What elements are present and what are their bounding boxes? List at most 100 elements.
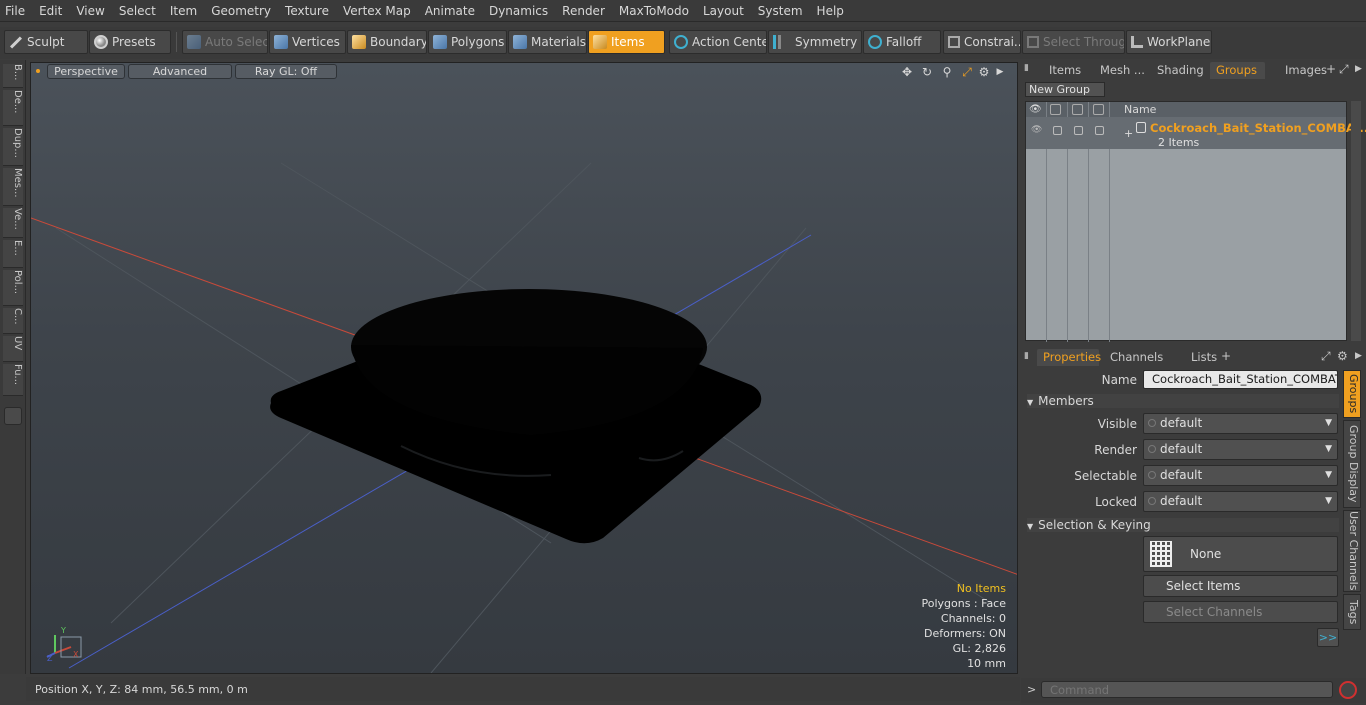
tab-lists[interactable]: Lists	[1185, 349, 1225, 366]
panel-arrow-icon[interactable]: ▶	[1355, 64, 1362, 74]
expand-icon[interactable]: +	[1124, 127, 1133, 140]
props-grip-icon[interactable]: ▮	[1024, 351, 1029, 361]
props-settings-icon[interactable]: ⚙	[1337, 349, 1348, 363]
left-strip-toggle[interactable]	[4, 407, 22, 425]
tab-shading[interactable]: Shading	[1151, 62, 1209, 79]
viewport-menu-dot[interactable]	[36, 69, 40, 73]
constraints-button[interactable]: Constrai...	[943, 30, 1021, 54]
select-items-button[interactable]: Select Items	[1143, 575, 1338, 597]
menu-file[interactable]: File	[0, 0, 31, 22]
groups-list-scrollbar[interactable]	[1351, 101, 1361, 341]
menu-dynamics[interactable]: Dynamics	[484, 0, 554, 22]
left-tab-basic[interactable]: B...	[3, 64, 23, 88]
polygons-button[interactable]: Polygons	[428, 30, 507, 54]
locked-dropdown[interactable]: default ▼	[1143, 491, 1338, 512]
menu-layout[interactable]: Layout	[698, 0, 750, 22]
left-tab-mesh[interactable]: Mes...	[3, 168, 23, 206]
left-tab-deform[interactable]: De...	[3, 90, 23, 126]
materials-button[interactable]: Materials	[508, 30, 587, 54]
add-tab-button[interactable]: +	[1326, 62, 1336, 76]
symmetry-button[interactable]: Symmetry	[768, 30, 862, 54]
row-visibility-icon[interactable]: 👁	[1031, 125, 1042, 135]
props-add-tab-button[interactable]: +	[1221, 349, 1231, 363]
vertices-button[interactable]: Vertices 1	[269, 30, 346, 54]
props-arrow-icon[interactable]: ▶	[1355, 351, 1362, 361]
menu-help[interactable]: Help	[812, 0, 850, 22]
action-center-button[interactable]: Action Center	[669, 30, 767, 54]
side-tab-groups[interactable]: Groups	[1343, 370, 1361, 418]
menu-geometry[interactable]: Geometry	[206, 0, 277, 22]
side-tab-user-channels[interactable]: User Channels	[1343, 510, 1361, 592]
lock-col-icon[interactable]	[1072, 104, 1083, 115]
side-tab-tags[interactable]: Tags	[1343, 594, 1361, 630]
presets-button[interactable]: Presets	[89, 30, 171, 54]
menu-system[interactable]: System	[753, 0, 809, 22]
group-name[interactable]: Cockroach_Bait_Station_COMBA...	[1150, 121, 1366, 135]
render-dropdown[interactable]: default ▼	[1143, 439, 1338, 460]
3d-viewport[interactable]: Y X Z Perspective Advanced Ray GL: Off ✥…	[30, 62, 1018, 674]
shading-mode-dropdown[interactable]: Advanced	[128, 64, 232, 79]
sculpt-button[interactable]: Sculpt	[4, 30, 88, 54]
members-section-header[interactable]: ▼ Members	[1027, 394, 1339, 408]
tab-items[interactable]: Items	[1043, 62, 1093, 79]
left-tab-vertex[interactable]: Ve...	[3, 208, 23, 238]
auto-select-button[interactable]: Auto Select	[182, 30, 268, 54]
props-maximize-icon[interactable]: ⤢	[1321, 349, 1331, 364]
side-tab-group-display[interactable]: Group Display	[1343, 420, 1361, 508]
keying-mode-button[interactable]: None	[1143, 536, 1338, 572]
pan-icon[interactable]: ✥	[900, 65, 914, 79]
scene-canvas[interactable]: Y X Z	[31, 63, 1018, 674]
tab-groups[interactable]: Groups	[1210, 62, 1265, 79]
falloff-button[interactable]: Falloff	[863, 30, 941, 54]
groups-list[interactable]: 👁 Name 👁 + Cockroach_Bait_Station_COMBA.…	[1025, 101, 1366, 342]
visible-dropdown[interactable]: default ▼	[1143, 413, 1338, 434]
render-col-icon[interactable]	[1050, 104, 1061, 115]
menu-maxtomodo[interactable]: MaxToModo	[614, 0, 695, 22]
boundary-button[interactable]: Boundary	[347, 30, 427, 54]
command-input[interactable]	[1041, 681, 1333, 698]
select-through-button[interactable]: Select Through	[1022, 30, 1125, 54]
viewport-expand-arrow-icon[interactable]: ▶	[993, 65, 1007, 79]
tab-images[interactable]: Images	[1279, 62, 1329, 79]
row-render-icon[interactable]	[1053, 126, 1062, 135]
menu-edit[interactable]: Edit	[34, 0, 68, 22]
tab-channels[interactable]: Channels	[1104, 349, 1166, 366]
bait-station-mesh[interactable]	[270, 289, 762, 544]
menu-animate[interactable]: Animate	[420, 0, 481, 22]
rotate-icon[interactable]: ↻	[920, 65, 934, 79]
panel-maximize-icon[interactable]: ⤢	[1339, 62, 1349, 77]
more-options-button[interactable]: >>	[1317, 628, 1339, 647]
viewport-settings-icon[interactable]: ⚙	[977, 65, 991, 79]
new-group-button[interactable]: New Group	[1025, 82, 1105, 97]
menu-vertex-map[interactable]: Vertex Map	[338, 0, 417, 22]
menu-render[interactable]: Render	[557, 0, 611, 22]
menu-select[interactable]: Select	[114, 0, 162, 22]
left-tab-duplicate[interactable]: Dup...	[3, 128, 23, 166]
tab-properties[interactable]: Properties	[1037, 349, 1101, 366]
record-stop-icon[interactable]	[1339, 681, 1357, 699]
items-button[interactable]: Items	[588, 30, 665, 54]
maximize-icon[interactable]: ⤢	[960, 65, 974, 79]
menu-item[interactable]: Item	[165, 0, 203, 22]
left-tab-curve[interactable]: C...	[3, 308, 23, 334]
menu-view[interactable]: View	[71, 0, 110, 22]
left-tab-polygon[interactable]: Pol...	[3, 270, 23, 306]
tab-mesh[interactable]: Mesh ...	[1094, 62, 1150, 79]
view-mode-dropdown[interactable]: Perspective	[47, 64, 125, 79]
menu-texture[interactable]: Texture	[280, 0, 335, 22]
selectable-dropdown[interactable]: default ▼	[1143, 465, 1338, 486]
row-lock-icon[interactable]	[1074, 126, 1083, 135]
raygl-toggle[interactable]: Ray GL: Off	[235, 64, 337, 79]
panel-grip-icon[interactable]: ▮	[1024, 63, 1029, 73]
zoom-icon[interactable]: ⚲	[940, 65, 954, 79]
left-tab-fusion[interactable]: Fu...	[3, 364, 23, 396]
group-name-field[interactable]: Cockroach_Bait_Station_COMBAT (3)	[1143, 370, 1338, 389]
select-channels-button[interactable]: Select Channels	[1143, 601, 1338, 623]
left-tab-edge[interactable]: E...	[3, 240, 23, 268]
row-select-icon[interactable]	[1095, 126, 1104, 135]
workplane-button[interactable]: WorkPlane	[1126, 30, 1212, 54]
name-column-header[interactable]: Name	[1124, 103, 1156, 116]
select-col-icon[interactable]	[1093, 104, 1104, 115]
selection-keying-section-header[interactable]: ▼ Selection & Keying	[1027, 518, 1339, 532]
visibility-col-icon[interactable]: 👁	[1029, 104, 1042, 115]
